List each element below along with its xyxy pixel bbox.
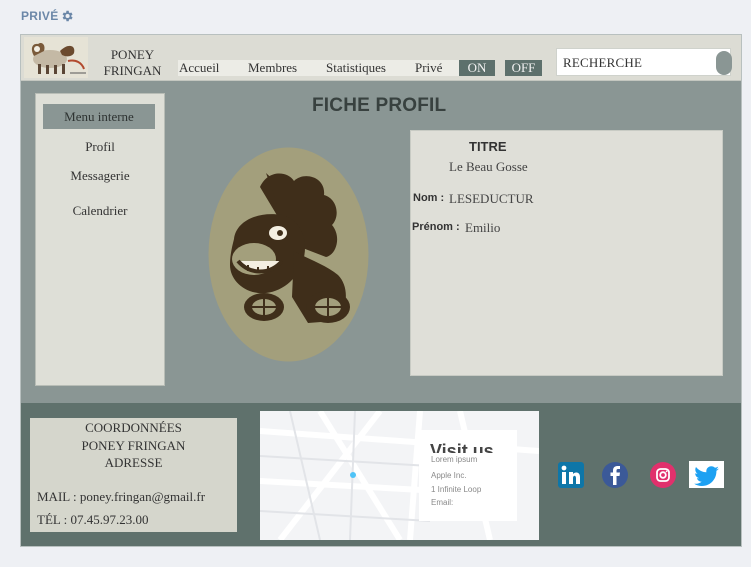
map-heading: Visit us <box>430 441 494 453</box>
profile-card-subtitle: Le Beau Gosse <box>449 159 528 174</box>
instagram-icon[interactable] <box>649 461 677 489</box>
map-line-4: Email: <box>431 498 454 507</box>
sidebar-item-messagerie[interactable]: Messagerie <box>35 168 165 184</box>
toggle-on-button[interactable]: ON <box>459 60 495 76</box>
nav-link-membres[interactable]: Membres <box>246 60 326 76</box>
nav-link-statistiques[interactable]: Statistiques <box>324 60 414 76</box>
nom-value: LESEDUCTUR <box>449 191 534 206</box>
page-title: FICHE PROFIL <box>312 95 447 116</box>
contact-name: PONEY FRINGAN <box>81 438 186 453</box>
prenom-value: Emilio <box>465 220 501 235</box>
contact-phone[interactable]: TÉL : 07.45.97.23.00 <box>37 512 148 528</box>
pony-logo[interactable] <box>24 37 88 78</box>
gear-icon[interactable] <box>60 9 74 23</box>
prenom-label: Prénom : <box>412 221 460 233</box>
contact-address: ADRESSE <box>104 455 163 470</box>
contact-title: COORDONNÉES <box>85 420 182 435</box>
facebook-icon[interactable] <box>601 461 629 489</box>
brand-line2: FRINGAN <box>103 63 162 78</box>
internal-menu-sidebar <box>35 93 165 386</box>
profile-avatar[interactable] <box>208 147 369 362</box>
linkedin-icon[interactable] <box>557 461 585 489</box>
sidebar-item-calendrier[interactable]: Calendrier <box>35 203 165 219</box>
toggle-off-button[interactable]: OFF <box>505 60 542 76</box>
search-button[interactable] <box>716 51 732 75</box>
map-line-2: Apple Inc. <box>431 471 467 480</box>
brand-name[interactable]: PONEY FRINGAN <box>95 47 170 79</box>
contact-email[interactable]: MAIL : poney.fringan@gmail.fr <box>37 489 205 505</box>
sidebar-title: Menu interne <box>43 104 155 129</box>
sidebar-item-profil[interactable]: Profil <box>35 139 165 155</box>
map-line-3: 1 Infinite Loop <box>431 485 482 494</box>
private-section-label: PRIVÉ <box>21 9 59 23</box>
twitter-icon[interactable] <box>689 461 724 488</box>
nav-link-prive[interactable]: Privé <box>412 60 461 76</box>
map-line-1: Lorem ipsum <box>431 455 478 464</box>
nom-label: Nom : <box>413 192 445 204</box>
nav-link-accueil[interactable]: Accueil <box>178 60 247 76</box>
profile-card-title: TITRE <box>469 139 507 154</box>
brand-line1: PONEY <box>110 47 155 62</box>
search-placeholder: RECHERCHE <box>563 55 643 70</box>
